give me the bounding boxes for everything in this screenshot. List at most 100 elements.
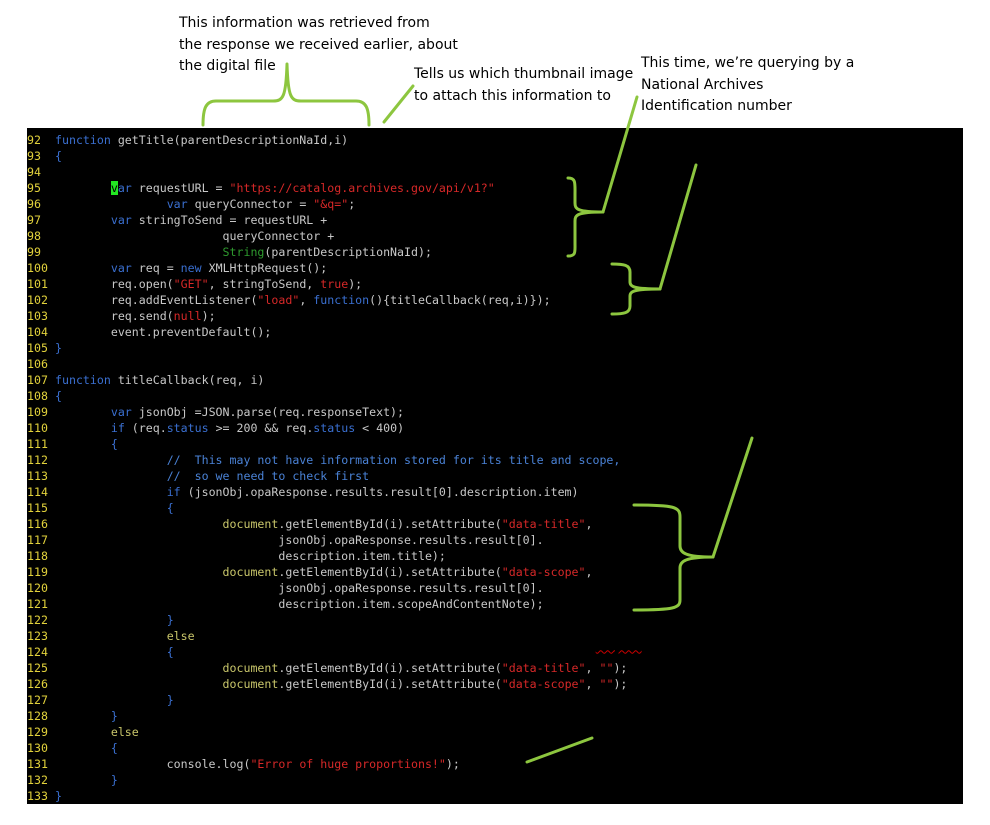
code-line: 110 if (req.status >= 200 && req.status … bbox=[27, 420, 627, 436]
code-line: 126 document.getElementById(i).setAttrib… bbox=[27, 676, 627, 692]
code-token: (parentDescriptionNaId); bbox=[264, 245, 432, 259]
code-token: document bbox=[222, 517, 279, 531]
code-line: 116 document.getElementById(i).setAttrib… bbox=[27, 516, 627, 532]
code-token: jsonObj =JSON.parse(req.responseText); bbox=[131, 405, 405, 419]
annotation-line: Tells us which thumbnail image bbox=[414, 66, 634, 82]
annotation-warning: It’s always good to have a warning when … bbox=[594, 712, 810, 755]
line-number: 98 bbox=[27, 229, 41, 243]
code-token: // so we need to check first bbox=[166, 469, 370, 483]
code-token: { bbox=[166, 501, 174, 515]
code-token: document bbox=[222, 677, 279, 691]
code-token: req.send( bbox=[55, 309, 174, 323]
line-number: 105 bbox=[27, 341, 48, 355]
code-token: } bbox=[166, 613, 174, 627]
code-line: 99 String(parentDescriptionNaId); bbox=[27, 244, 627, 260]
annotation-thumbnail: Tells us which thumbnail image to attach… bbox=[414, 64, 633, 107]
code-token: .getElementById(i).setAttribute( bbox=[278, 517, 502, 531]
line-number: 100 bbox=[27, 261, 48, 275]
code-token: else bbox=[110, 725, 139, 739]
annotation-line: attributes of the appropriate bbox=[752, 475, 952, 491]
line-number: 118 bbox=[27, 549, 48, 563]
annotation-line: the response we received earlier, about bbox=[179, 36, 458, 53]
code-line: 133} bbox=[27, 788, 627, 804]
code-token: req.open( bbox=[55, 277, 174, 291]
code-line: 121 description.item.scopeAndContentNote… bbox=[27, 596, 627, 612]
annotation-line: to attach this information to bbox=[414, 87, 611, 104]
code-token: // This may not have information stored … bbox=[166, 453, 621, 467]
line-number: 94 bbox=[27, 165, 41, 179]
code-token: true bbox=[320, 277, 349, 291]
annotation-line: last requet bbox=[566, 635, 779, 657]
code-line: 124 { bbox=[27, 644, 627, 660]
code-token: var bbox=[110, 213, 132, 227]
code-token: , bbox=[585, 565, 593, 579]
annotation-line: many-layered response, and bbox=[752, 432, 952, 448]
line-number: 106 bbox=[27, 357, 48, 371]
code-token: "GET" bbox=[173, 277, 209, 291]
code-token: ); bbox=[613, 677, 628, 691]
code-token: queryConnector = bbox=[187, 197, 314, 211]
annotation-text: last bbox=[566, 636, 596, 653]
line-number: 124 bbox=[27, 645, 48, 659]
line-number: 115 bbox=[27, 501, 48, 515]
code-line: 122 } bbox=[27, 612, 627, 628]
code-token: description.item.title); bbox=[55, 549, 446, 563]
code-line: 93 { bbox=[27, 148, 627, 164]
code-line: 94 bbox=[27, 164, 627, 180]
code-token: "data-title" bbox=[501, 517, 586, 531]
code-token: .getElementById(i).setAttribute( bbox=[278, 565, 502, 579]
annotation-line: It’s always good to have a bbox=[594, 714, 778, 730]
line-number: 122 bbox=[27, 613, 48, 627]
code-token: ar bbox=[117, 181, 132, 195]
code-token: console.log( bbox=[55, 757, 251, 771]
code-token: , bbox=[299, 293, 314, 307]
misspelled-word: requet bbox=[595, 636, 642, 653]
code-line: 119 document.getElementById(i).setAttrib… bbox=[27, 564, 627, 580]
code-token: .getElementById(i).setAttribute( bbox=[278, 677, 502, 691]
line-number: 130 bbox=[27, 741, 48, 755]
code-token: function bbox=[55, 133, 111, 147]
code-token: else bbox=[166, 629, 195, 643]
line-number: 129 bbox=[27, 725, 48, 739]
annotation-line: assigning it to custom bbox=[752, 453, 907, 470]
code-token: { bbox=[166, 645, 174, 659]
code-token: } bbox=[110, 709, 118, 723]
annotation-inner-levels: Getting information from some inner leve… bbox=[752, 387, 952, 516]
line-number: 131 bbox=[27, 757, 48, 771]
line-number: 132 bbox=[27, 773, 48, 787]
line-number: 109 bbox=[27, 405, 48, 419]
code-token: var bbox=[110, 405, 132, 419]
code-token: var bbox=[110, 261, 132, 275]
code-line: 115 { bbox=[27, 500, 627, 516]
code-token: req.addEventListener( bbox=[55, 293, 258, 307]
code-token: < 400) bbox=[355, 421, 405, 435]
line-number: 117 bbox=[27, 533, 48, 547]
code-line: 97 var stringToSend = requestURL + bbox=[27, 212, 627, 228]
code-token: { bbox=[110, 741, 118, 755]
line-number: 92 bbox=[27, 133, 41, 147]
code-token: "data-title" bbox=[501, 661, 586, 675]
code-token: .getElementById(i).setAttribute( bbox=[278, 661, 502, 675]
annotation-line: This is all just the same as our bbox=[566, 615, 780, 631]
code-token: titleCallback(req, i) bbox=[110, 373, 265, 387]
line-number: 96 bbox=[27, 197, 41, 211]
code-line: 105} bbox=[27, 340, 627, 356]
code-token: (jsonObj.opaResponse.results.result[0].d… bbox=[180, 485, 579, 499]
line-number: 97 bbox=[27, 213, 41, 227]
code-line: 98 queryConnector + bbox=[27, 228, 627, 244]
code-token: "Error of huge proportions!" bbox=[250, 757, 446, 771]
code-line: 117 jsonObj.opaResponse.results.result[0… bbox=[27, 532, 627, 548]
annotation-line: thumbnail’s HTML element bbox=[752, 496, 941, 513]
code-token: getTitle(parentDescriptionNaId,i) bbox=[110, 133, 349, 147]
code-token: queryConnector + bbox=[55, 229, 335, 243]
